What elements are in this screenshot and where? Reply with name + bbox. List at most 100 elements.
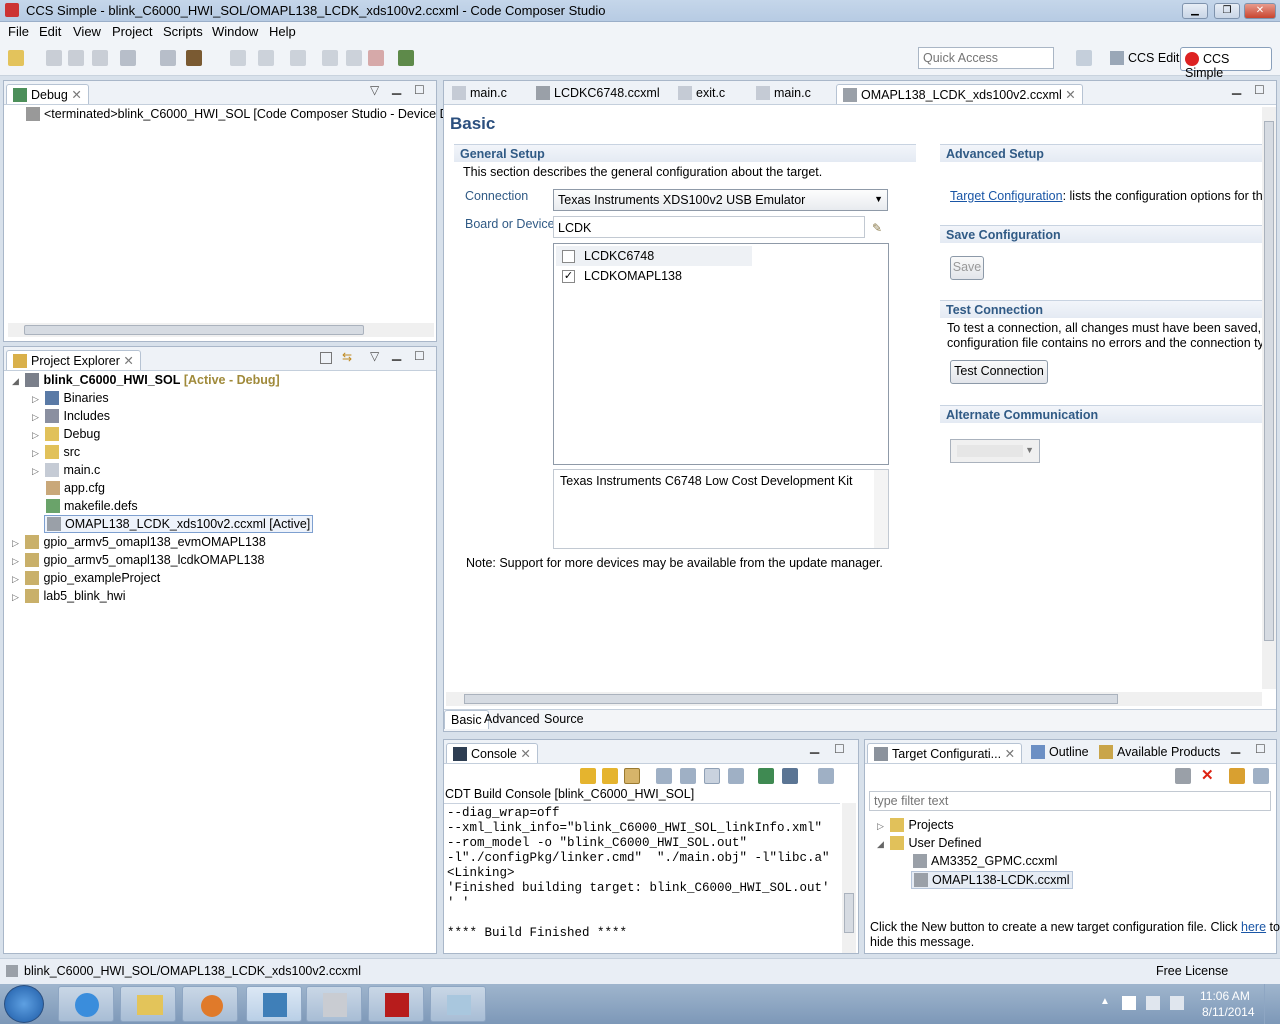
show-console-icon[interactable] [680,768,696,784]
tool-icon[interactable] [230,50,246,66]
filter-input[interactable] [869,791,1271,811]
resume-icon[interactable] [322,50,338,66]
expand-arrow-icon[interactable]: ▷ [32,412,42,423]
maximize-view-icon[interactable]: ☐ [414,83,425,97]
project-item-lab5[interactable]: ▷ lab5_blink_hwi [12,589,126,603]
expand-arrow-icon[interactable]: ▷ [12,574,22,585]
taskbar-ccs[interactable] [246,986,302,1022]
test-connection-button[interactable]: Test Connection [950,360,1048,384]
view-menu-icon[interactable]: ▽ [370,349,379,363]
maximize-view-icon[interactable]: ☐ [1254,83,1265,97]
tree-item-projects[interactable]: ▷ Projects [877,818,954,832]
close-icon[interactable]: ✕ [1065,88,1075,102]
menu-view[interactable]: View [73,24,101,39]
close-icon[interactable]: ✕ [1005,747,1015,761]
taskbar-pdf[interactable] [368,986,424,1022]
tab-source[interactable]: Source [538,710,590,728]
debug-icon[interactable] [160,50,176,66]
hint-here-link[interactable]: here [1241,920,1266,934]
maximize-button[interactable]: ❐ [1214,3,1240,19]
close-icon[interactable]: ✕ [123,354,133,368]
tree-item-omapl138-lcdk[interactable]: OMAPL138-LCDK.ccxml [911,871,1073,889]
minimize-view-icon[interactable]: ▁ [1231,740,1240,754]
view-menu-icon[interactable]: ▽ [370,83,379,97]
expand-arrow-icon[interactable]: ▷ [32,448,42,459]
project-root[interactable]: ◢ blink_C6000_HWI_SOL [Active - Debug] [12,373,280,387]
new-icon[interactable] [8,50,24,66]
tab-outline[interactable]: Outline [1025,743,1095,761]
menu-edit[interactable]: Edit [39,24,61,39]
editor-vscrollbar[interactable] [1262,107,1276,689]
scroll-up-icon[interactable] [602,768,618,784]
tree-item-am3352[interactable]: AM3352_GPMC.ccxml [913,854,1057,868]
expand-arrow-icon[interactable]: ▷ [32,430,42,441]
maximize-view-icon[interactable]: ☐ [414,349,425,363]
build-icon[interactable] [120,50,136,66]
scroll-thumb[interactable] [844,893,854,933]
maximize-view-icon[interactable]: ☐ [834,742,845,756]
link-editor-icon[interactable]: ⇆ [342,350,352,364]
menu-window[interactable]: Window [212,24,258,39]
new-target-icon[interactable] [1175,768,1191,784]
hammer-icon[interactable] [186,50,202,66]
print-icon[interactable] [92,50,108,66]
clear-console-icon[interactable] [728,768,744,784]
perspective-ccs-simple[interactable]: CCS Simple [1180,47,1272,80]
expand-arrow-icon[interactable]: ▷ [12,556,22,567]
tab-available-products[interactable]: Available Products [1093,743,1226,761]
collapse-arrow-icon[interactable]: ◢ [877,839,887,850]
close-window-button[interactable]: ✕ [1244,3,1276,19]
delete-icon[interactable]: ✕ [1201,766,1214,784]
network-icon[interactable] [1146,996,1160,1010]
tab-target-configurations[interactable]: Target Configurati... ✕ [867,743,1023,763]
device-checkbox[interactable] [562,250,575,263]
minimize-button[interactable]: ▁ [1182,3,1208,19]
word-wrap-icon[interactable] [704,768,720,784]
menu-project[interactable]: Project [112,24,152,39]
tree-item-binaries[interactable]: ▷ Binaries [32,391,109,405]
project-item-evm[interactable]: ▷ gpio_armv5_omapl138_evmOMAPL138 [12,535,266,549]
minimize-view-icon[interactable]: ▁ [392,81,401,95]
expand-arrow-icon[interactable]: ▷ [32,394,42,405]
scroll-lock-icon[interactable] [624,768,640,784]
quick-access-input[interactable] [918,47,1054,69]
board-input[interactable]: LCDK [553,216,865,238]
scroll-thumb[interactable] [1264,121,1274,641]
display-console-icon[interactable] [782,768,798,784]
open-console-icon[interactable] [758,768,774,784]
collapse-arrow-icon[interactable]: ◢ [12,376,22,387]
new-console-icon[interactable] [818,768,834,784]
device-checkbox-checked[interactable]: ✓ [562,270,575,283]
tree-item-app-cfg[interactable]: app.cfg [46,481,105,495]
menu-file[interactable]: File [8,24,29,39]
alternate-communication-select[interactable]: ▼ [950,439,1040,463]
tab-advanced[interactable]: Advanced [478,710,546,728]
pin-icon[interactable] [656,768,672,784]
flag-icon[interactable] [1122,996,1136,1010]
save-all-icon[interactable] [68,50,84,66]
menu-help[interactable]: Help [269,24,296,39]
maximize-view-icon[interactable]: ☐ [1255,742,1266,756]
expand-arrow-icon[interactable]: ▷ [32,466,42,477]
expand-arrow-icon[interactable]: ▷ [12,592,22,603]
perspective-ccs-edit[interactable]: CCS Edit [1106,48,1183,70]
step-icon[interactable] [290,50,306,66]
device-row-lcdkomapl138[interactable]: ✓ LCDKOMAPL138 [556,266,752,286]
volume-icon[interactable] [1170,996,1184,1010]
tree-item-main-c[interactable]: ▷ main.c [32,463,100,477]
tree-item-debug[interactable]: ▷ Debug [32,427,100,441]
tab-omapl138-ccxml[interactable]: OMAPL138_LCDK_xds100v2.ccxml ✕ [836,84,1083,104]
tab-main-c-2[interactable]: main.c [750,84,817,102]
taskbar-notepad[interactable] [430,986,486,1022]
expand-arrow-icon[interactable]: ▷ [12,538,22,549]
tree-item-makefile-defs[interactable]: makefile.defs [46,499,138,513]
tab-main-c-1[interactable]: main.c [446,84,513,102]
debug-hscrollbar[interactable] [8,323,434,337]
start-button[interactable] [4,985,44,1023]
close-icon[interactable]: ✕ [520,747,530,761]
taskbar-media[interactable] [182,986,238,1022]
project-item-lcdk[interactable]: ▷ gpio_armv5_omapl138_lcdkOMAPL138 [12,553,264,567]
save-icon[interactable] [46,50,62,66]
description-scrollbar[interactable] [874,470,888,548]
minimize-view-icon[interactable]: ▁ [810,740,819,754]
